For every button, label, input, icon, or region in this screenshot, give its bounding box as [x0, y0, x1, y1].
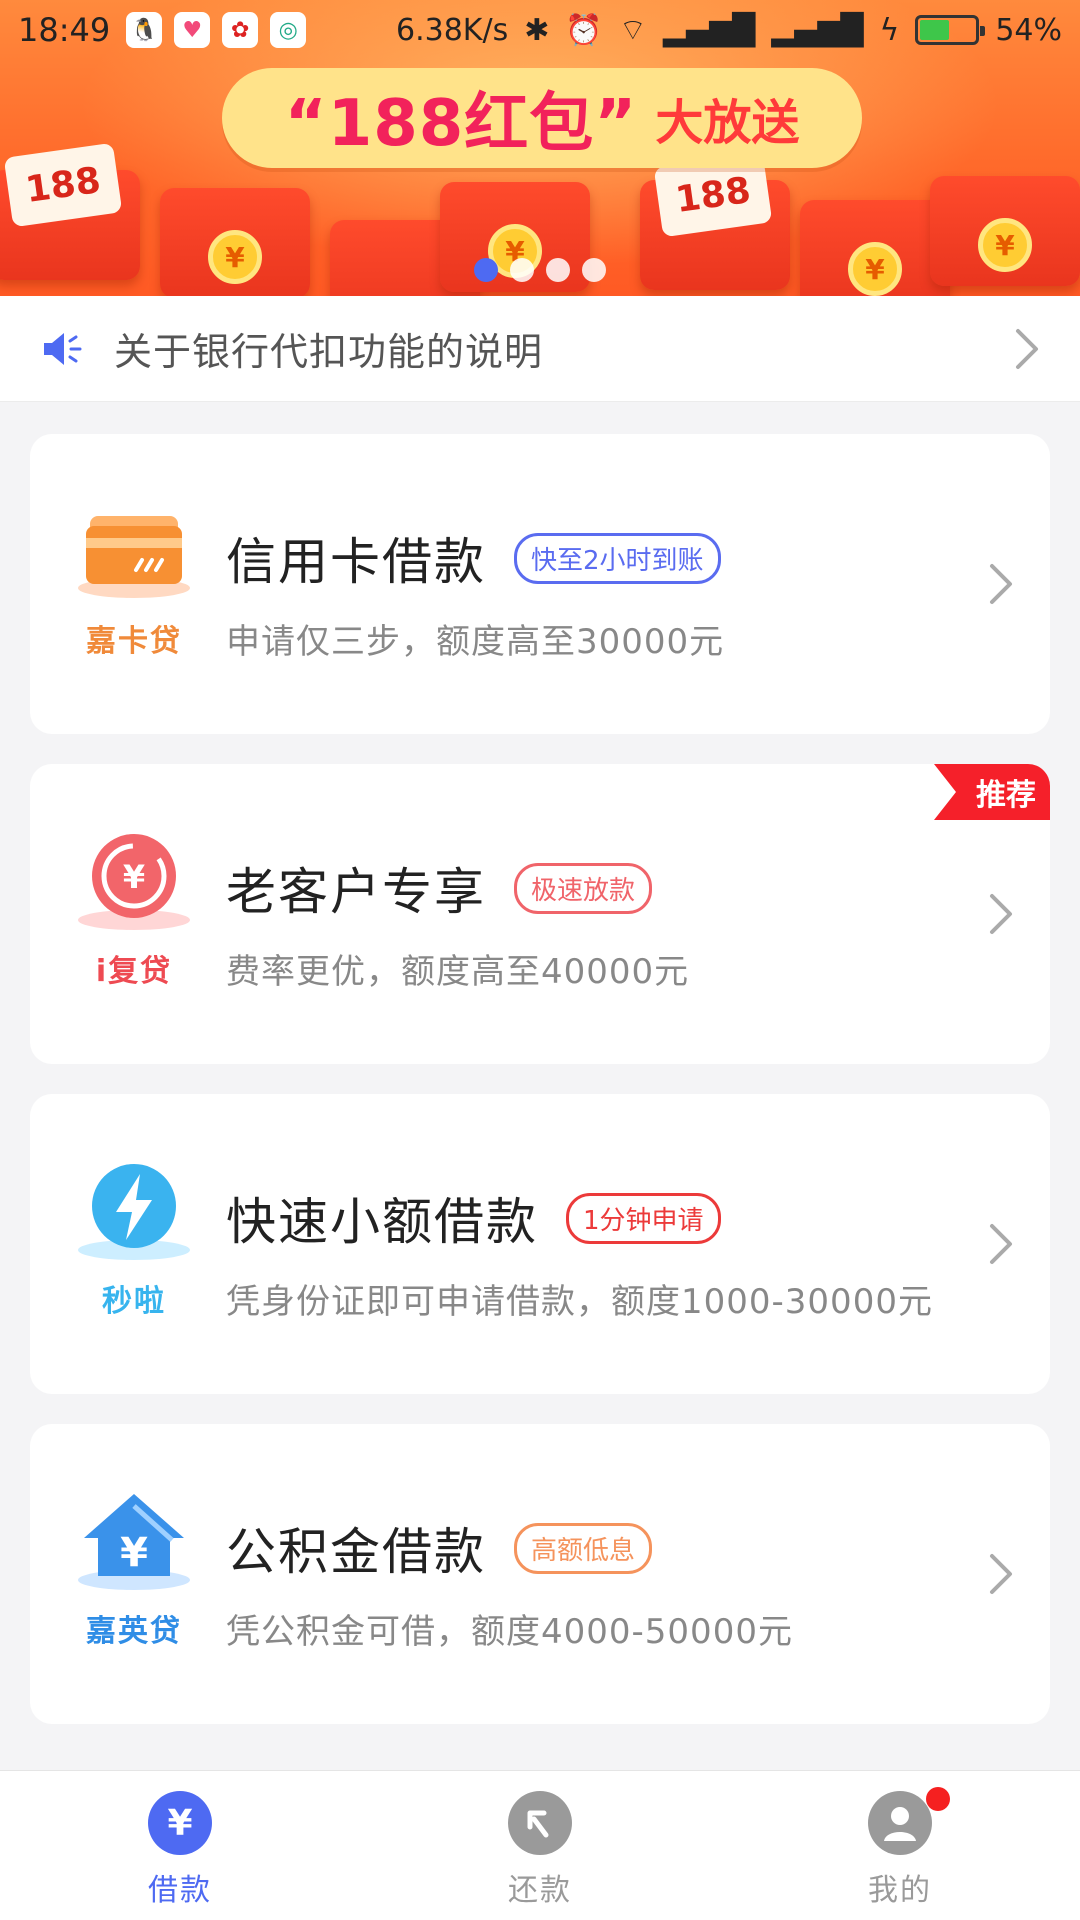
red-envelope-art: ¥ — [160, 188, 310, 296]
app-notification-icon: ✿ — [222, 12, 259, 48]
card-description: 凭公积金可借，额度4000-50000元 — [226, 1612, 793, 1652]
qq-icon: 🐧 — [126, 12, 163, 48]
brand-name: i复贷 — [95, 954, 173, 989]
card-title: 信用卡借款 — [226, 533, 486, 591]
feature-badge: 1分钟申请 — [566, 1192, 721, 1244]
status-time: 18:49 — [18, 11, 111, 49]
battery-percent: 54% — [995, 12, 1062, 48]
chevron-right-icon — [990, 564, 1012, 604]
heart-app-icon: ♥ — [174, 12, 211, 48]
notice-text: 关于银行代扣功能的说明 — [114, 330, 544, 374]
red-envelope-art: 188 — [640, 152, 790, 290]
battery-fill — [920, 20, 950, 40]
signal-icon: ▂▄▆█ — [771, 12, 864, 48]
house-icon: ¥ — [78, 1494, 190, 1590]
red-envelope-art: ¥ — [930, 176, 1080, 286]
speaker-icon — [44, 332, 82, 365]
chevron-right-icon — [990, 894, 1012, 934]
status-right: 6.38K/s ✱ ⏰ ⌔ ▂▄▆█ ▂▄▆█ ϟ 54% — [396, 11, 1062, 49]
user-icon — [868, 1791, 932, 1855]
red-envelope-art: ¥ — [800, 200, 950, 296]
chevron-right-icon — [1016, 328, 1038, 369]
card-title: 快速小额借款 — [226, 1193, 538, 1251]
loan-card-quick-small[interactable]: 秒啦 快速小额借款 1分钟申请 凭身份证即可申请借款，额度1000-30000元 — [30, 1094, 1050, 1394]
chevron-right-icon — [990, 1224, 1012, 1264]
brand-name: 秒啦 — [102, 1284, 166, 1319]
card-title-row: 老客户专享 极速放款 — [226, 852, 653, 924]
headline-sub: 大放送 — [655, 95, 800, 151]
wifi-icon: ⌔ — [618, 13, 647, 48]
yuan-coin-icon: ¥ — [208, 230, 262, 284]
card-title-row: 公积金借款 高额低息 — [226, 1512, 653, 1584]
tab-repay[interactable]: 还款 — [360, 1771, 720, 1920]
bottom-tab-bar: ¥ 借款 还款 我的 — [0, 1770, 1080, 1920]
product-logo: ¥ i复贷 — [44, 826, 224, 1002]
svg-text:¥: ¥ — [120, 1530, 148, 1576]
lightning-icon — [78, 1164, 190, 1260]
carousel-indicator — [474, 258, 606, 282]
tab-label: 还款 — [508, 1873, 572, 1908]
browser-icon: ◎ — [270, 12, 307, 48]
red-envelope-art: 188 — [0, 142, 140, 280]
headline-main: “188红包” — [284, 87, 638, 161]
alarm-icon: ⏰ — [565, 12, 603, 48]
brand-name: 嘉英贷 — [86, 1614, 182, 1649]
card-description: 凭身份证即可申请借款，额度1000-30000元 — [226, 1282, 933, 1322]
card-description: 申请仅三步，额度高至30000元 — [226, 622, 725, 662]
carousel-dot[interactable] — [546, 258, 570, 282]
product-logo: 秒啦 — [44, 1156, 224, 1332]
card-title-row: 快速小额借款 1分钟申请 — [226, 1182, 721, 1254]
return-arrow-icon — [508, 1791, 572, 1855]
recommend-tag: 推荐 — [934, 764, 1050, 820]
refund-circle-icon: ¥ — [78, 834, 190, 930]
product-logo: ¥ 嘉英贷 — [44, 1486, 224, 1662]
notification-icons: 🐧 ♥ ✿ ◎ — [126, 12, 307, 48]
tab-borrow[interactable]: ¥ 借款 — [0, 1771, 360, 1920]
card-description: 费率更优，额度高至40000元 — [226, 952, 690, 992]
envelope-tag: 188 — [3, 142, 123, 228]
tab-label: 借款 — [148, 1873, 212, 1908]
carousel-dot[interactable] — [582, 258, 606, 282]
notice-bar[interactable]: 关于银行代扣功能的说明 — [0, 296, 1080, 402]
card-title: 老客户专享 — [226, 863, 486, 921]
feature-badge: 极速放款 — [514, 862, 653, 914]
notification-dot — [926, 1787, 950, 1811]
signal-icon: ▂▄▆█ — [662, 12, 756, 48]
yuan-coin-icon: ¥ — [848, 242, 902, 296]
brand-name: 嘉卡贷 — [86, 624, 182, 659]
tab-mine[interactable]: 我的 — [720, 1771, 1080, 1920]
svg-text:¥: ¥ — [123, 858, 145, 896]
feature-badge: 高额低息 — [514, 1522, 653, 1574]
yuan-coin-icon: ¥ — [978, 218, 1032, 272]
card-title-row: 信用卡借款 快至2小时到账 — [226, 522, 721, 594]
bluetooth-icon: ✱ — [524, 12, 550, 48]
carousel-dot[interactable] — [510, 258, 534, 282]
feature-badge: 快至2小时到账 — [514, 532, 721, 584]
banner-headline: “188红包” 大放送 — [222, 68, 862, 168]
tab-label: 我的 — [868, 1873, 932, 1908]
loan-card-credit[interactable]: 嘉卡贷 信用卡借款 快至2小时到账 申请仅三步，额度高至30000元 — [30, 434, 1050, 734]
card-title: 公积金借款 — [226, 1523, 486, 1581]
battery-icon — [915, 15, 986, 45]
loan-card-housing-fund[interactable]: ¥ 嘉英贷 公积金借款 高额低息 凭公积金可借，额度4000-50000元 — [30, 1424, 1050, 1724]
chevron-right-icon — [990, 1554, 1012, 1594]
loan-card-returning-customer[interactable]: 推荐 ¥ i复贷 老客户专享 极速放款 费率更优，额度高至40000元 — [30, 764, 1050, 1064]
yuan-icon: ¥ — [148, 1791, 212, 1855]
carousel-dot[interactable] — [474, 258, 498, 282]
status-bar: 18:49 🐧 ♥ ✿ ◎ 6.38K/s ✱ ⏰ ⌔ ▂▄▆█ ▂▄▆█ ϟ … — [0, 0, 1080, 60]
network-speed: 6.38K/s — [396, 12, 509, 48]
credit-card-icon — [78, 516, 190, 598]
product-logo: 嘉卡贷 — [44, 496, 224, 672]
charging-icon: ϟ — [879, 12, 900, 48]
